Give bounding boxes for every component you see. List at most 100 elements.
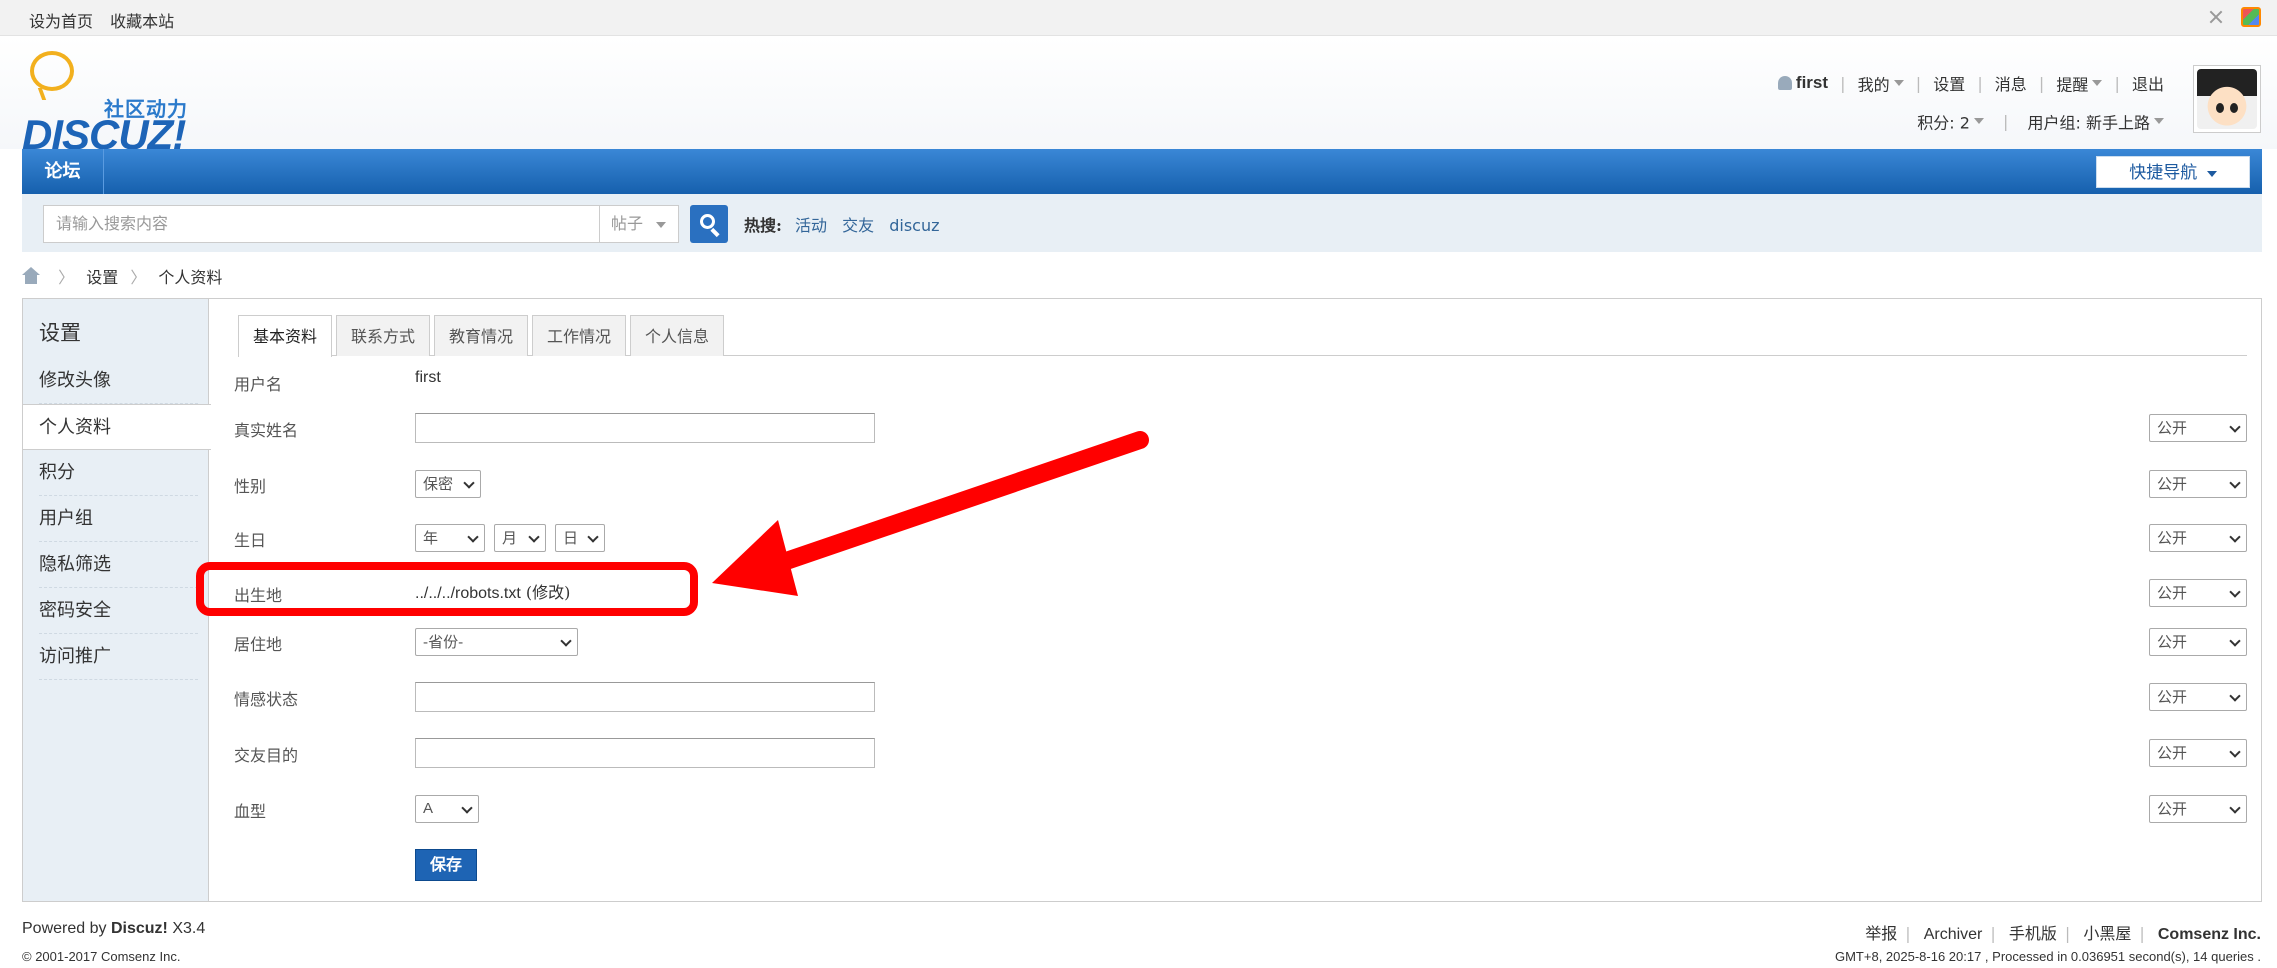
footer-copyright: © 2001-2017 Comsenz Inc. — [22, 949, 181, 964]
gender-privacy-select[interactable]: 公开 — [2149, 470, 2247, 498]
hot-term-friends[interactable]: 交友 — [842, 216, 874, 235]
annotation-arrow-icon — [712, 431, 1149, 596]
color-scheme-icon[interactable] — [2241, 6, 2261, 27]
caret-down-icon — [2092, 80, 2103, 86]
footer-links: 举报 | Archiver | 手机版 | 小黑屋 | Comsenz Inc. — [1865, 924, 2261, 943]
username-label: 用户名 — [234, 375, 283, 394]
quick-nav-button[interactable]: 快捷导航 — [2096, 156, 2250, 188]
username-value: first — [415, 369, 441, 386]
logo-bubble-icon — [30, 51, 74, 91]
footer-powered: Powered by Discuz! X3.4 — [22, 920, 206, 937]
hot-term-discuz[interactable]: discuz — [889, 216, 939, 235]
user-menu: first | 我的 | 设置 | 消息 | 提醒 | 退出 积分: 2 | 用… — [1777, 71, 2164, 132]
footer-blackroom-link[interactable]: 小黑屋 — [2083, 924, 2131, 943]
sidebar-item-credits[interactable]: 积分 — [23, 450, 210, 496]
alerts-menu[interactable]: 提醒 — [2056, 73, 2103, 94]
main-nav: 论坛 快捷导航 — [22, 149, 2262, 194]
chevron-down-icon — [2229, 635, 2241, 647]
caret-down-icon — [2206, 170, 2217, 177]
sidebar-item-profile[interactable]: 个人资料 — [23, 404, 211, 450]
bookmark-link[interactable]: 收藏本站 — [110, 12, 174, 31]
nav-forum[interactable]: 论坛 — [22, 149, 104, 194]
avatar[interactable] — [2193, 65, 2261, 133]
footer-report-link[interactable]: 举报 — [1865, 924, 1897, 943]
chevron-down-icon — [2229, 746, 2241, 758]
lookingfor-label: 交友目的 — [234, 746, 299, 765]
affective-privacy-select[interactable]: 公开 — [2149, 683, 2247, 711]
footer-stats: GMT+8, 2025-8-16 20:17 , Processed in 0.… — [1834, 949, 2261, 964]
birth-year-select[interactable]: 年 — [415, 524, 485, 552]
chevron-down-icon — [528, 531, 540, 543]
footer-brand-link[interactable]: Discuz! — [111, 920, 168, 937]
gender-select[interactable]: 保密 — [415, 470, 481, 498]
user-icon — [1777, 76, 1792, 90]
birthplace-privacy-select[interactable]: 公开 — [2149, 579, 2247, 607]
sidebar-title: 设置 — [39, 321, 81, 345]
site-header: 社区动力 DISCUZ! first | 我的 | 设置 | 消息 | 提醒 |… — [0, 37, 2277, 158]
tab-contact[interactable]: 联系方式 — [336, 315, 431, 356]
search-button[interactable] — [690, 205, 728, 243]
affective-label: 情感状态 — [234, 690, 299, 709]
hot-search-label: 热搜: — [744, 216, 782, 235]
lookingfor-privacy-select[interactable]: 公开 — [2149, 739, 2247, 767]
tab-basic[interactable]: 基本资料 — [238, 315, 333, 357]
footer-company-link[interactable]: Comsenz Inc. — [2158, 926, 2261, 943]
home-icon[interactable] — [22, 266, 40, 286]
settings-sidebar: 设置 修改头像 个人资料 积分 用户组 隐私筛选 密码安全 访问推广 — [23, 299, 211, 901]
sidebar-item-privacy[interactable]: 隐私筛选 — [23, 542, 210, 588]
chevron-down-icon — [560, 635, 572, 647]
chevron-down-icon — [2229, 690, 2241, 702]
expand-icon[interactable] — [2206, 7, 2226, 27]
bloodtype-select[interactable]: A — [415, 795, 479, 823]
credits-menu[interactable]: 积分: 2 — [1917, 111, 1984, 132]
hot-term-activity[interactable]: 活动 — [795, 216, 827, 235]
sidebar-item-promotion[interactable]: 访问推广 — [23, 634, 210, 680]
tab-work[interactable]: 工作情况 — [532, 315, 627, 356]
footer-mobile-link[interactable]: 手机版 — [2009, 924, 2057, 943]
residence-province-select[interactable]: -省份- — [415, 628, 578, 656]
lookingfor-input[interactable] — [415, 738, 875, 768]
tab-personal[interactable]: 个人信息 — [630, 315, 725, 356]
breadcrumb-settings[interactable]: 设置 — [86, 268, 118, 287]
bloodtype-label: 血型 — [234, 802, 267, 821]
chevron-down-icon — [2229, 802, 2241, 814]
settings-link[interactable]: 设置 — [1933, 75, 1965, 94]
breadcrumb-profile: 个人资料 — [158, 268, 223, 287]
discuz-logo[interactable]: 社区动力 DISCUZ! — [22, 51, 202, 158]
set-home-link[interactable]: 设为首页 — [29, 12, 93, 31]
chevron-down-icon — [2229, 477, 2241, 489]
birthday-privacy-select[interactable]: 公开 — [2149, 524, 2247, 552]
username-link[interactable]: first — [1796, 73, 1828, 92]
birthday-label: 生日 — [234, 531, 267, 550]
tab-education[interactable]: 教育情况 — [434, 315, 529, 356]
caret-down-icon — [656, 221, 667, 228]
save-button[interactable]: 保存 — [415, 849, 477, 881]
messages-link[interactable]: 消息 — [1995, 75, 2027, 94]
search-bar: 请输入搜索内容 帖子 热搜: 活动 交友 discuz — [22, 194, 2262, 252]
caret-down-icon — [1893, 80, 1904, 86]
realname-label: 真实姓名 — [234, 421, 299, 440]
top-links: 设为首页 收藏本站 — [29, 8, 186, 32]
sidebar-item-avatar[interactable]: 修改头像 — [23, 358, 210, 404]
sidebar-item-usergroup[interactable]: 用户组 — [23, 496, 210, 542]
chevron-down-icon — [463, 477, 475, 489]
usergroup-menu[interactable]: 用户组: 新手上路 — [2028, 111, 2164, 132]
affective-input[interactable] — [415, 682, 875, 712]
birth-month-select[interactable]: 月 — [494, 524, 546, 552]
mine-menu[interactable]: 我的 — [1858, 73, 1904, 94]
chevron-down-icon — [461, 802, 473, 814]
caret-down-icon — [2154, 118, 2164, 124]
annotation-highlight-box — [196, 562, 698, 616]
gender-label: 性别 — [234, 477, 267, 496]
bloodtype-privacy-select[interactable]: 公开 — [2149, 795, 2247, 823]
search-input[interactable]: 请输入搜索内容 — [43, 205, 599, 243]
caret-down-icon — [1973, 118, 1984, 124]
residence-privacy-select[interactable]: 公开 — [2149, 628, 2247, 656]
chevron-down-icon — [2229, 586, 2241, 598]
realname-privacy-select[interactable]: 公开 — [2149, 414, 2247, 442]
search-type-select[interactable]: 帖子 — [599, 205, 679, 243]
logout-link[interactable]: 退出 — [2132, 75, 2164, 94]
birth-day-select[interactable]: 日 — [555, 524, 605, 552]
sidebar-item-password[interactable]: 密码安全 — [23, 588, 210, 634]
footer-archiver-link[interactable]: Archiver — [1924, 926, 1983, 943]
